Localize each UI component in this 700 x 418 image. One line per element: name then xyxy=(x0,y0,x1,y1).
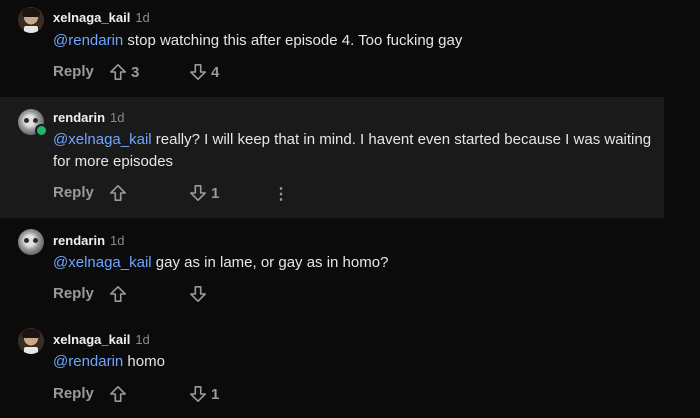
comment-body: @xelnaga_kail gay as in lame, or gay as … xyxy=(53,252,654,274)
downvote-button[interactable] xyxy=(189,285,211,303)
user-avatar[interactable] xyxy=(18,229,44,255)
online-status-icon xyxy=(35,124,48,137)
downvote-icon xyxy=(189,184,207,202)
comment-text: gay as in lame, or gay as in homo? xyxy=(151,254,389,271)
timestamp: 1d xyxy=(110,233,125,248)
username[interactable]: xelnaga_kail xyxy=(53,10,130,25)
reply-button[interactable]: Reply xyxy=(53,184,94,201)
comment-author[interactable]: rendarin 1d xyxy=(53,233,124,248)
comment-body: @rendarin stop watching this after episo… xyxy=(53,30,654,52)
comment-author[interactable]: xelnaga_kail 1d xyxy=(53,10,150,25)
upvote-icon xyxy=(109,184,127,202)
downvote-button[interactable]: 1 xyxy=(189,385,219,403)
upvote-button[interactable] xyxy=(109,184,131,202)
user-avatar[interactable] xyxy=(18,7,44,33)
reply-button[interactable]: Reply xyxy=(53,385,94,402)
comment: xelnaga_kail 1d @rendarin homo Reply 1 xyxy=(0,318,664,418)
username[interactable]: xelnaga_kail xyxy=(53,332,130,347)
comment: xelnaga_kail 1d @rendarin stop watching t… xyxy=(0,0,664,96)
username[interactable]: rendarin xyxy=(53,233,105,248)
comment-actions: Reply 3 4 xyxy=(53,63,353,85)
comment: rendarin 1d @xelnaga_kail gay as in lame,… xyxy=(0,219,664,317)
upvote-count: 3 xyxy=(131,63,140,81)
user-mention[interactable]: @xelnaga_kail xyxy=(53,131,152,148)
timestamp: 1d xyxy=(135,10,150,25)
upvote-icon xyxy=(109,285,127,303)
downvote-icon xyxy=(189,285,207,303)
comment-actions: Reply 1 ⋮ xyxy=(53,184,353,206)
upvote-button[interactable] xyxy=(109,385,131,403)
comment-body: @xelnaga_kail really? I will keep that i… xyxy=(53,129,654,173)
upvote-icon xyxy=(109,385,127,403)
comment-actions: Reply 1 xyxy=(53,385,353,407)
user-mention[interactable]: @xelnaga_kail xyxy=(53,254,152,271)
more-options-button[interactable]: ⋮ xyxy=(273,184,289,204)
comment-text: stop watching this after episode 4. Too … xyxy=(123,32,463,49)
comment-thread: xelnaga_kail 1d @rendarin stop watching t… xyxy=(0,0,700,418)
upvote-button[interactable] xyxy=(109,285,131,303)
downvote-icon xyxy=(189,385,207,403)
timestamp: 1d xyxy=(135,332,150,347)
username[interactable]: rendarin xyxy=(53,110,105,125)
user-mention[interactable]: @rendarin xyxy=(53,353,123,370)
comment-actions: Reply xyxy=(53,285,353,307)
reply-button[interactable]: Reply xyxy=(53,63,94,80)
downvote-button[interactable]: 4 xyxy=(189,63,219,81)
user-mention[interactable]: @rendarin xyxy=(53,32,123,49)
user-avatar[interactable] xyxy=(18,328,44,354)
comment: rendarin 1d @xelnaga_kail really? I will … xyxy=(0,97,664,218)
upvote-button[interactable]: 3 xyxy=(109,63,139,81)
downvote-button[interactable]: 1 xyxy=(189,184,219,202)
timestamp: 1d xyxy=(110,110,125,125)
comment-author[interactable]: xelnaga_kail 1d xyxy=(53,332,150,347)
downvote-icon xyxy=(189,63,207,81)
reply-button[interactable]: Reply xyxy=(53,285,94,302)
downvote-count: 1 xyxy=(211,184,220,202)
comment-body: @rendarin homo xyxy=(53,351,654,373)
downvote-count: 1 xyxy=(211,385,220,403)
comment-text: homo xyxy=(123,353,165,370)
downvote-count: 4 xyxy=(211,63,220,81)
upvote-icon xyxy=(109,63,127,81)
comment-author[interactable]: rendarin 1d xyxy=(53,110,124,125)
